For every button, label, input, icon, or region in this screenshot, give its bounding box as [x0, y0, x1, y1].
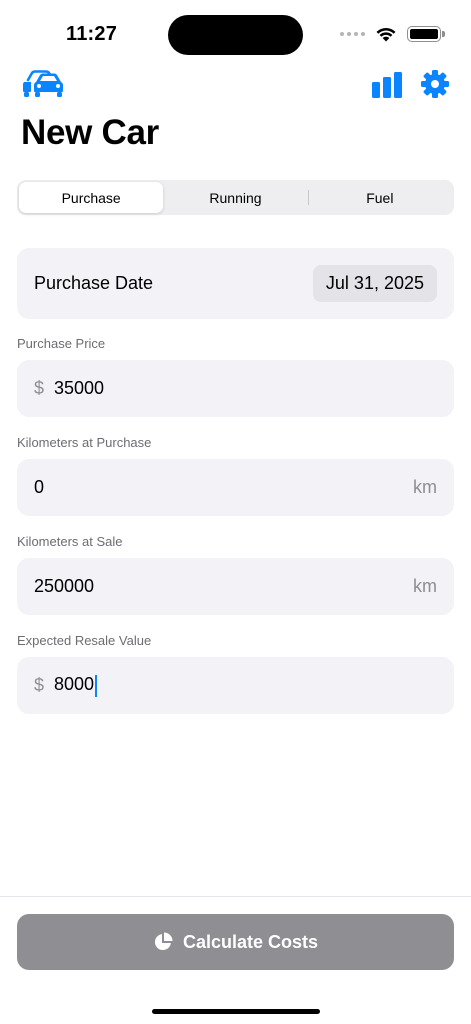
bottom-divider [0, 896, 471, 897]
currency-prefix: $ [34, 378, 45, 398]
purchase-date-picker[interactable]: Jul 31, 2025 [312, 265, 437, 302]
bar-chart-icon[interactable] [372, 72, 402, 98]
battery-icon [407, 26, 445, 42]
km-suffix: km [413, 477, 437, 497]
currency-prefix: $ [34, 675, 45, 695]
gear-icon[interactable] [421, 70, 449, 98]
text-cursor [95, 674, 98, 697]
km-at-purchase-label: Kilometers at Purchase [17, 435, 152, 450]
tab-segmented-control: Purchase Running Fuel [17, 180, 454, 215]
resale-value-input[interactable]: 8000 [54, 674, 437, 697]
home-indicator [152, 1009, 320, 1014]
km-at-sale-value[interactable]: 250000 [34, 576, 413, 597]
dynamic-island [168, 15, 303, 55]
purchase-price-field[interactable]: $ 35000 [17, 360, 454, 417]
purchase-price-value[interactable]: 35000 [54, 378, 437, 399]
status-indicators [340, 24, 445, 44]
resale-value-field[interactable]: $ 8000 [17, 657, 454, 714]
tab-purchase[interactable]: Purchase [19, 182, 164, 213]
status-time: 11:27 [66, 23, 118, 45]
pie-chart-icon [154, 932, 173, 951]
tab-running[interactable]: Running [163, 182, 307, 213]
km-at-sale-label: Kilometers at Sale [17, 534, 123, 549]
cellular-signal-icon [340, 32, 365, 36]
purchase-price-label: Purchase Price [17, 336, 106, 351]
wifi-icon [376, 27, 396, 42]
cars-icon[interactable] [22, 70, 64, 98]
km-at-purchase-value[interactable]: 0 [34, 477, 413, 498]
calculate-costs-label: Calculate Costs [182, 931, 319, 952]
purchase-date-row: Purchase Date Jul 31, 2025 [17, 248, 454, 319]
resale-value-text: 8000 [54, 674, 95, 695]
tab-fuel[interactable]: Fuel [307, 182, 452, 213]
km-at-purchase-field[interactable]: 0 km [17, 459, 454, 516]
km-suffix: km [413, 576, 437, 596]
resale-value-label: Expected Resale Value [17, 633, 152, 648]
km-at-sale-field[interactable]: 250000 km [17, 558, 454, 615]
page-title: New Car [21, 113, 159, 152]
calculate-costs-button[interactable]: Calculate Costs [17, 914, 454, 970]
purchase-date-label: Purchase Date [34, 273, 154, 293]
